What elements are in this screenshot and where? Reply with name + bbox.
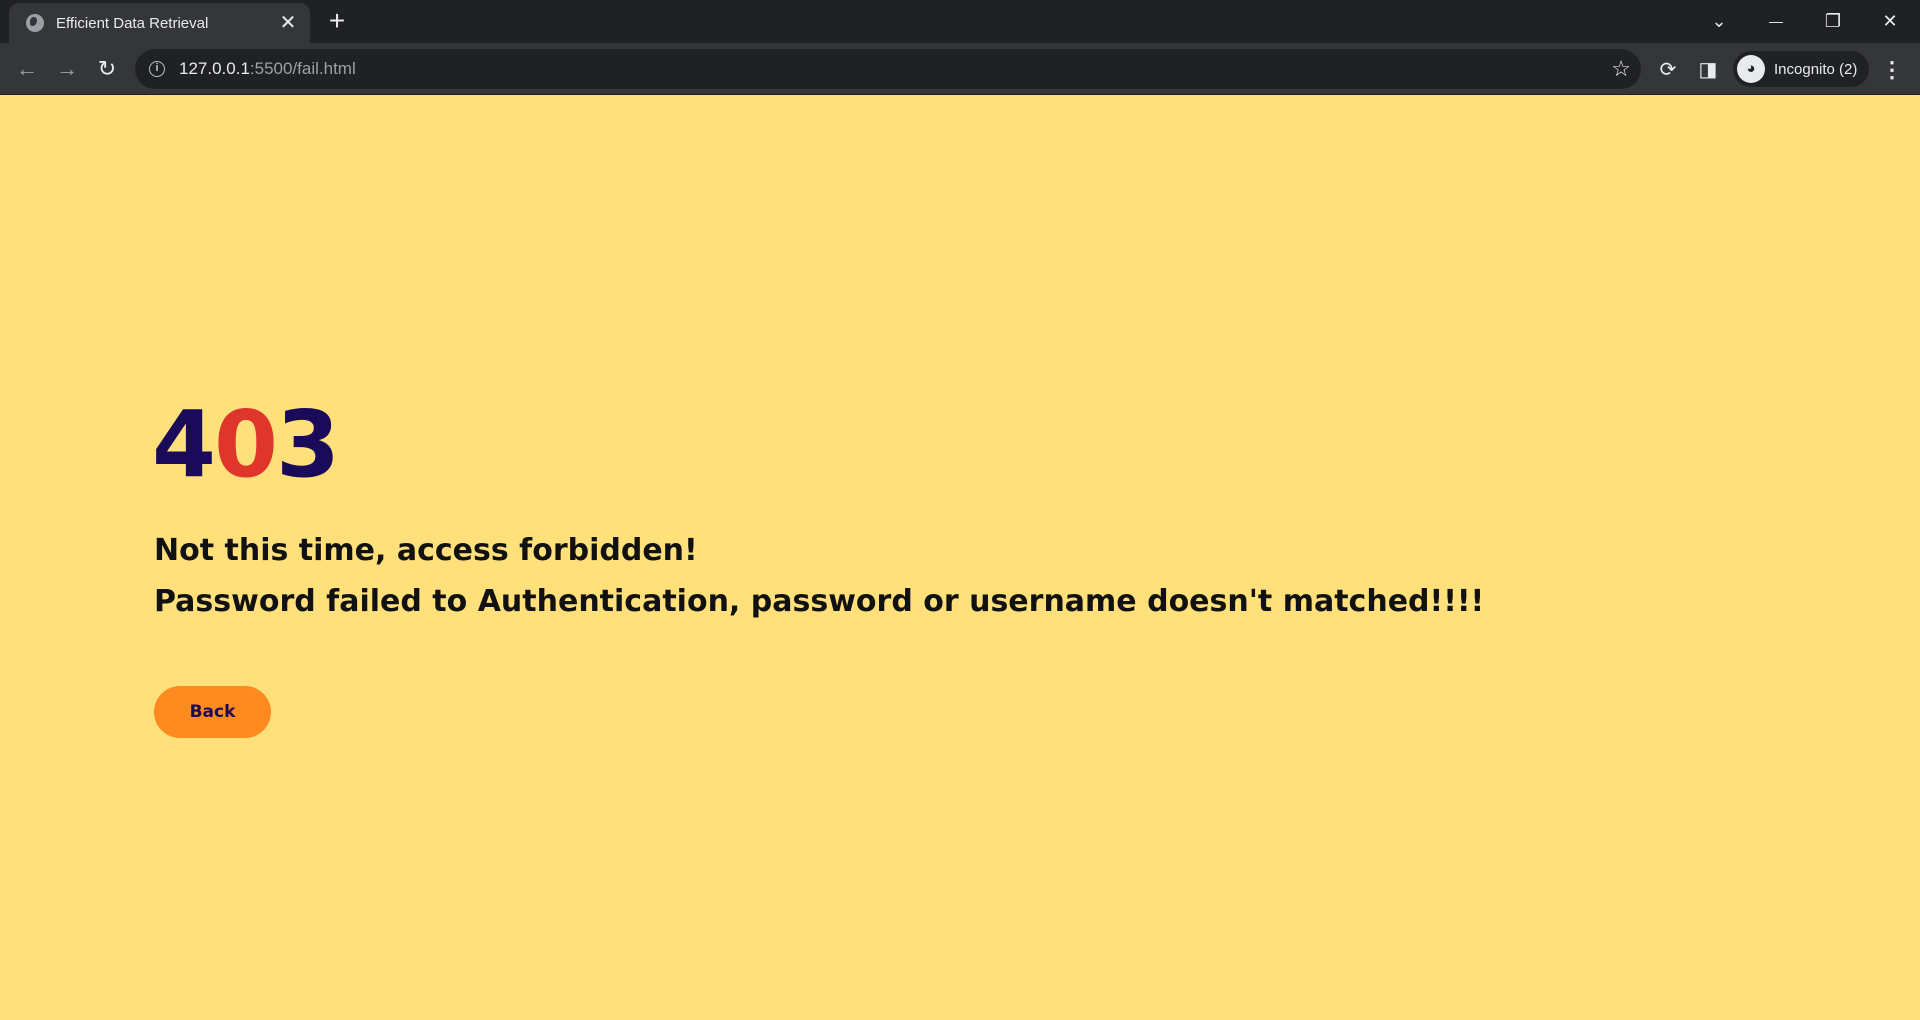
error-message-title: Not this time, access forbidden! bbox=[154, 533, 698, 568]
side-panel-icon[interactable]: ◨ bbox=[1693, 55, 1723, 85]
browser-toolbar: ← → ↻ i 127.0.0.1:5500/fail.html ☆ ⟳ ◨ ◕… bbox=[0, 43, 1920, 95]
back-arrow-icon[interactable]: ← bbox=[11, 53, 43, 85]
bookmark-star-icon[interactable]: ☆ bbox=[1611, 56, 1631, 82]
error-code: 403 bbox=[152, 395, 340, 495]
error-code-digit-2: 0 bbox=[214, 391, 278, 498]
browser-tab[interactable]: Efficient Data Retrieval ✕ bbox=[9, 3, 310, 43]
tab-bar: Efficient Data Retrieval ✕ + ⌄ — ❐ ✕ bbox=[0, 0, 1920, 43]
url-path: :5500/fail.html bbox=[249, 59, 356, 78]
error-code-digit-3: 3 bbox=[276, 391, 340, 498]
error-message-detail: Password failed to Authentication, passw… bbox=[154, 584, 1485, 619]
incognito-icon: ◕ bbox=[1737, 55, 1765, 83]
browser-menu-icon[interactable]: ⋮ bbox=[1878, 55, 1906, 85]
error-code-digit-1: 4 bbox=[152, 391, 216, 498]
new-tab-button[interactable]: + bbox=[323, 7, 351, 35]
reload-icon[interactable]: ↻ bbox=[91, 53, 123, 85]
close-window-icon[interactable]: ✕ bbox=[1867, 6, 1913, 36]
restore-icon[interactable]: ❐ bbox=[1810, 6, 1856, 36]
minimize-icon[interactable]: — bbox=[1753, 6, 1799, 36]
extension-icon[interactable]: ⟳ bbox=[1653, 55, 1683, 85]
info-icon[interactable]: i bbox=[149, 61, 165, 77]
profile-label: Incognito (2) bbox=[1774, 60, 1858, 78]
globe-icon bbox=[26, 14, 44, 32]
tab-search-icon[interactable]: ⌄ bbox=[1696, 6, 1742, 36]
back-button[interactable]: Back bbox=[154, 686, 271, 738]
close-tab-icon[interactable]: ✕ bbox=[278, 13, 298, 33]
tab-title: Efficient Data Retrieval bbox=[56, 14, 209, 32]
forward-arrow-icon[interactable]: → bbox=[51, 53, 83, 85]
url-host: 127.0.0.1 bbox=[179, 59, 250, 78]
address-bar[interactable]: i 127.0.0.1:5500/fail.html ☆ bbox=[135, 49, 1641, 89]
page-content: 403 Not this time, access forbidden! Pas… bbox=[0, 95, 1920, 1020]
incognito-profile-button[interactable]: ◕ Incognito (2) bbox=[1733, 51, 1869, 87]
